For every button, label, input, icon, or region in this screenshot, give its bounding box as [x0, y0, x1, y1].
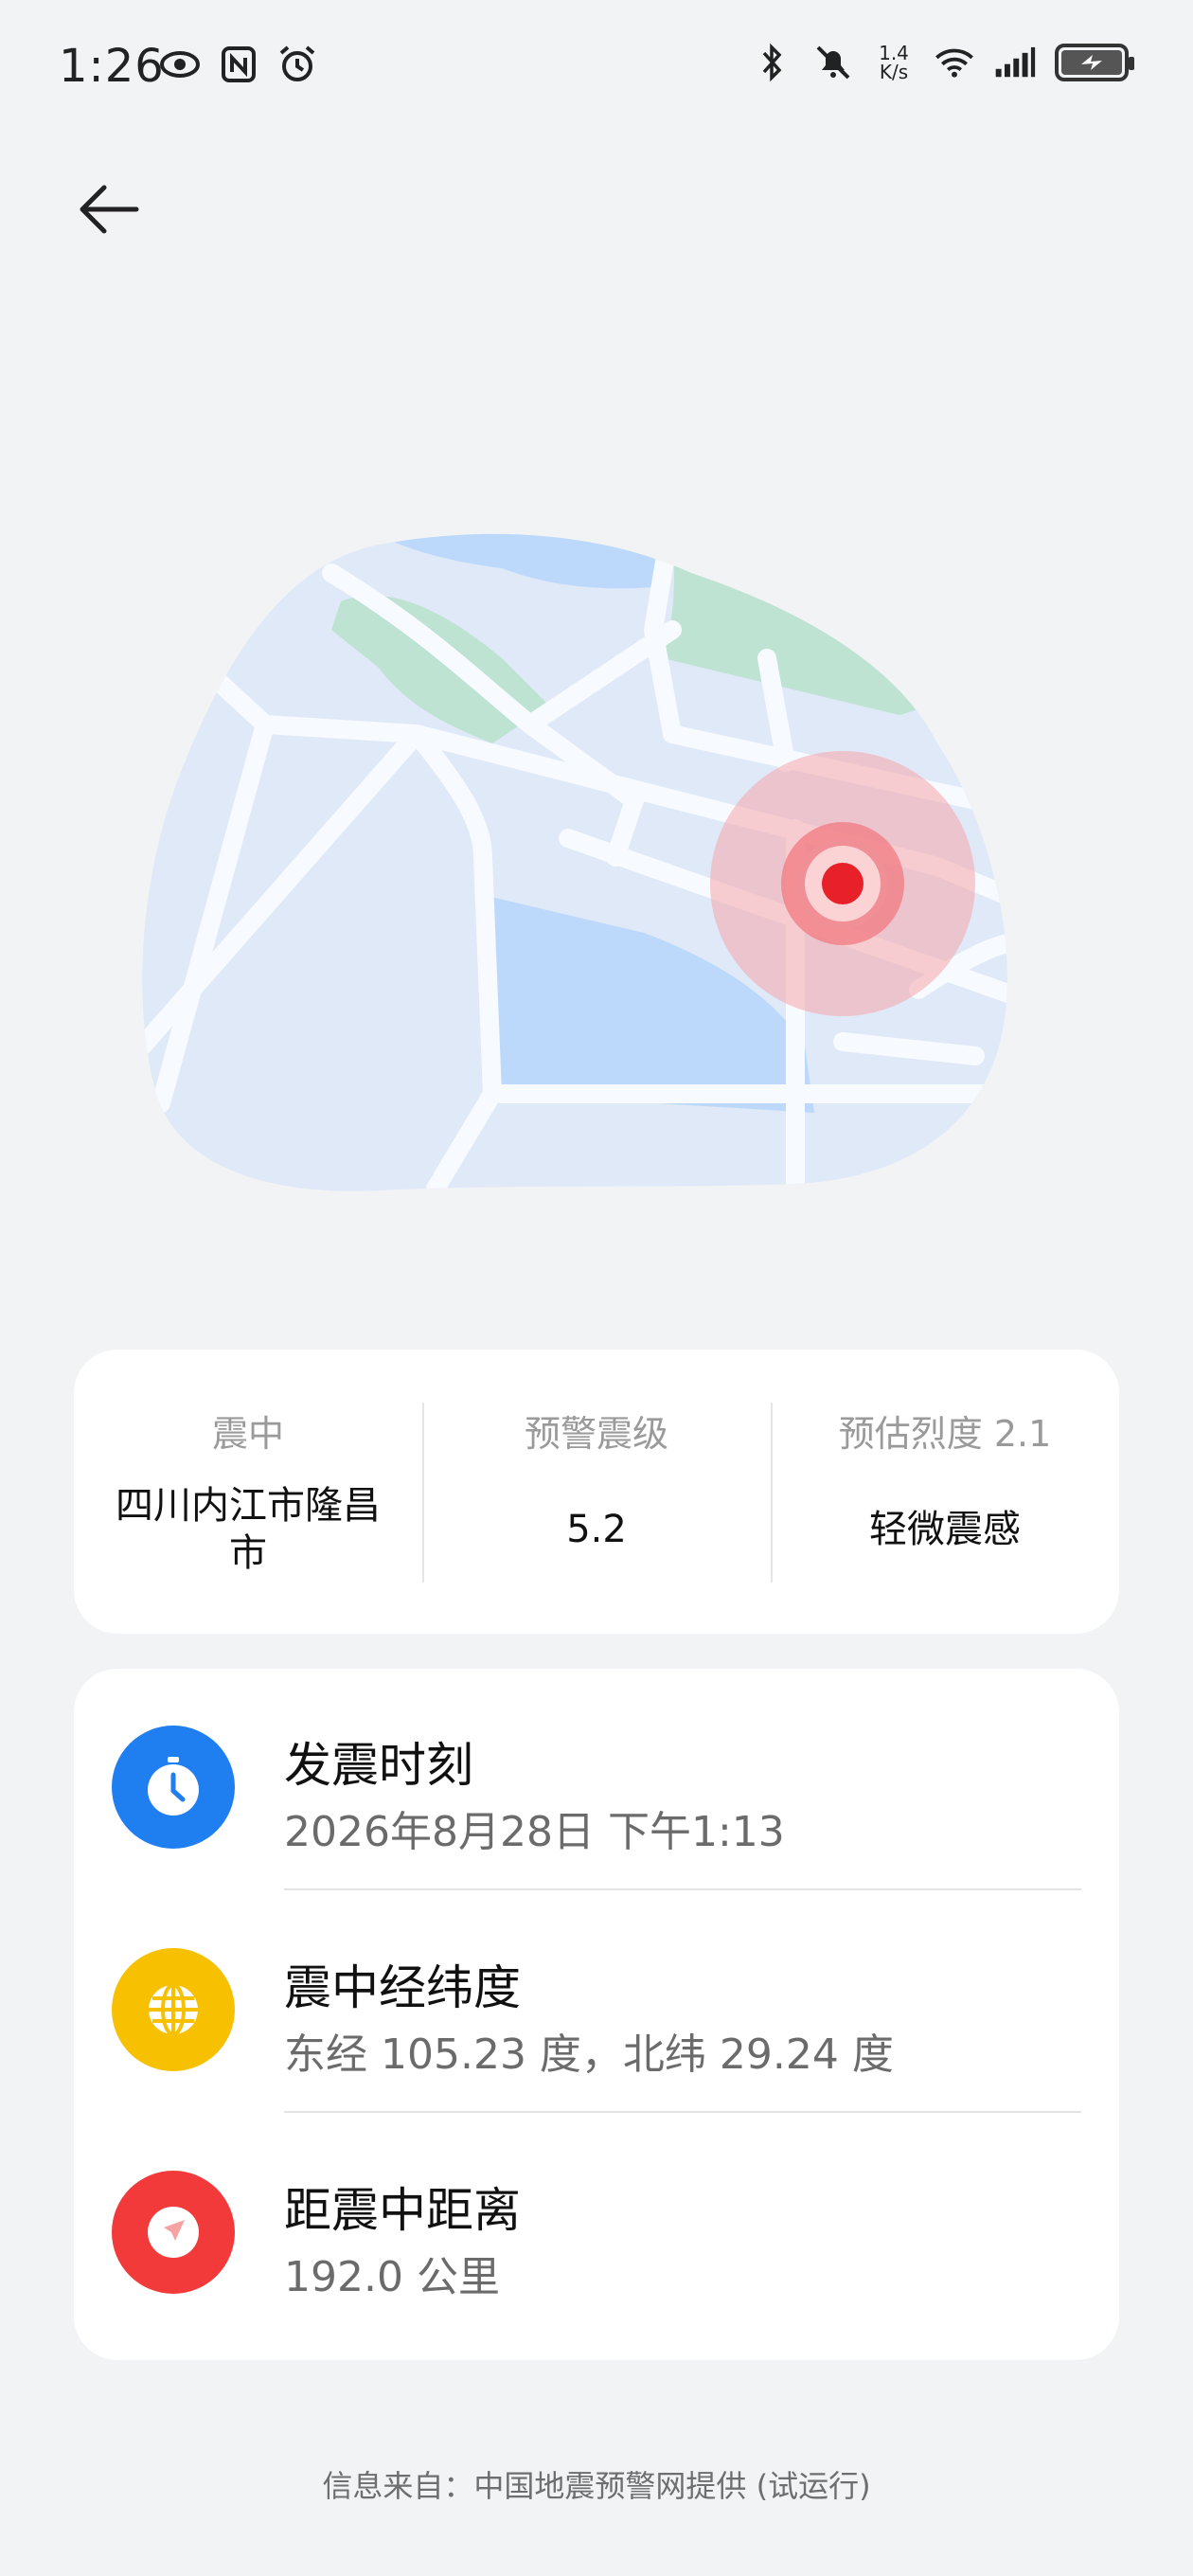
details-card: 发震时刻 2026年8月28日 下午1:13 震中经纬度 东经 105.23 度…	[74, 1669, 1119, 2360]
magnitude-value: 5.2	[566, 1508, 627, 1551]
globe-icon	[112, 1948, 235, 2071]
origin-time-title: 发震时刻	[284, 1738, 473, 1793]
coordinates-title: 震中经纬度	[284, 1960, 521, 2015]
divider	[284, 2111, 1081, 2113]
arrow-left-icon	[80, 185, 139, 234]
wifi-icon	[934, 42, 975, 83]
magnitude-label: 预警震级	[524, 1413, 668, 1455]
status-time: 1:26	[59, 40, 165, 93]
coordinates-row: 震中经纬度 东经 105.23 度，北纬 29.24 度	[74, 1891, 1119, 2114]
coordinates-value: 东经 105.23 度，北纬 29.24 度	[284, 2030, 894, 2079]
epicenter-label: 震中	[211, 1413, 284, 1455]
clock-icon	[112, 1726, 235, 1849]
navigation-arrow-icon	[112, 2171, 235, 2294]
distance-title: 距震中距离	[284, 2183, 521, 2238]
back-button[interactable]	[76, 176, 142, 242]
bluetooth-icon	[752, 42, 793, 83]
eye-icon	[159, 44, 201, 85]
summary-card: 震中 四川内江市隆昌市 预警震级 5.2 预估烈度 2.1 轻微震感	[74, 1350, 1119, 1634]
epicenter-map	[142, 533, 1007, 1191]
origin-time-row: 发震时刻 2026年8月28日 下午1:13	[74, 1669, 1119, 1891]
network-speed: 1.4 K/s	[879, 42, 909, 83]
status-bar: 1:26 1.4 K/s	[0, 0, 1193, 133]
intensity-label: 预估烈度 2.1	[838, 1413, 1052, 1455]
distance-row: 距震中距离 192.0 公里	[74, 2114, 1119, 2336]
intensity-column: 预估烈度 2.1 轻微震感	[771, 1350, 1119, 1634]
mute-icon	[812, 42, 854, 83]
battery-charging-icon	[1055, 44, 1134, 81]
intensity-value: 轻微震感	[869, 1508, 1021, 1551]
origin-time-value: 2026年8月28日 下午1:13	[284, 1808, 785, 1856]
epicenter-dot	[822, 863, 864, 904]
nfc-icon	[218, 44, 259, 85]
distance-value: 192.0 公里	[284, 2253, 500, 2301]
divider	[284, 1888, 1081, 1890]
epicenter-column: 震中 四川内江市隆昌市	[74, 1350, 422, 1634]
source-footer: 信息来自：中国地震预警网提供 (试运行)	[322, 2468, 871, 2504]
epicenter-value: 四川内江市隆昌市	[116, 1484, 381, 1575]
alarm-icon	[276, 44, 318, 85]
signal-icon	[994, 42, 1036, 83]
magnitude-column: 预警震级 5.2	[422, 1350, 771, 1634]
